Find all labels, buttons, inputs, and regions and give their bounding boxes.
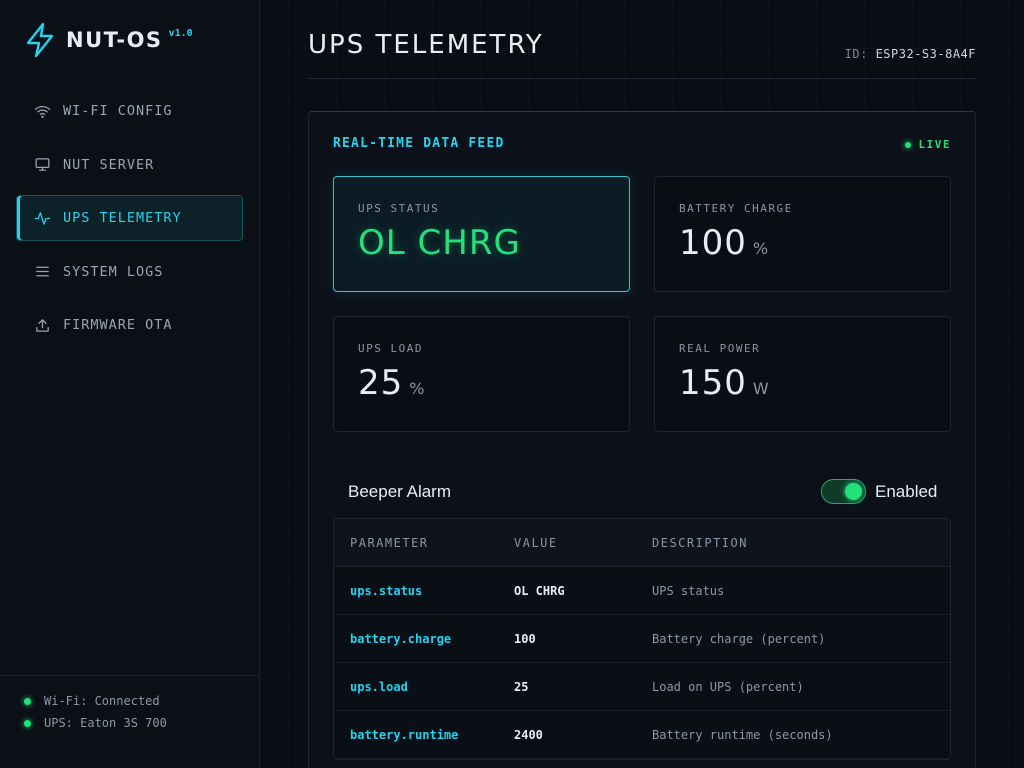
- sidebar-nav: WI-FI CONFIG NUT SERVER UPS TELEMETRY SY…: [16, 88, 243, 356]
- sidebar-item-label: UPS TELEMETRY: [63, 210, 182, 226]
- status-dot-icon: [24, 719, 31, 727]
- value-cell: 100: [514, 631, 536, 646]
- card-label: REAL POWER: [679, 342, 761, 355]
- card-unit: %: [752, 239, 769, 258]
- panel-title: REAL-TIME DATA FEED: [333, 136, 505, 151]
- beeper-alarm-state: Enabled: [875, 482, 938, 501]
- param-cell: ups.status: [350, 583, 423, 598]
- card-ups-status: UPS STATUS OL CHRG: [333, 176, 630, 292]
- card-number: 150: [679, 363, 747, 403]
- card-number: 100: [679, 223, 747, 263]
- sidebar-item-firmware-ota[interactable]: FIRMWARE OTA: [16, 302, 243, 348]
- list-icon: [33, 263, 51, 281]
- telemetry-panel: REAL-TIME DATA FEED LIVE UPS STATUS OL C…: [308, 111, 976, 768]
- live-indicator: LIVE: [904, 138, 952, 151]
- card-label: UPS LOAD: [358, 342, 423, 355]
- sidebar-item-wifi-config[interactable]: WI-FI CONFIG: [16, 88, 243, 134]
- param-cell: battery.charge: [350, 631, 452, 646]
- beeper-alarm-toggle[interactable]: [821, 479, 866, 504]
- card-number: 25: [358, 363, 404, 403]
- card-unit: %: [409, 379, 425, 398]
- device-id-label: ID:: [844, 47, 868, 61]
- lightning-bolt-icon: [26, 22, 54, 58]
- monitor-icon: [33, 156, 51, 174]
- wifi-status: Wi-Fi: Connected: [24, 690, 259, 712]
- card-real-power: REAL POWER 150 W: [654, 316, 951, 432]
- brand-version: v1.0: [168, 28, 193, 39]
- sidebar-item-label: NUT SERVER: [63, 156, 155, 173]
- table-row: battery.runtime 2400 Battery runtime (se…: [334, 711, 950, 759]
- description-cell: UPS status: [652, 583, 725, 598]
- toggle-knob: [845, 483, 862, 500]
- card-label: UPS STATUS: [358, 202, 440, 215]
- card-unit: W: [752, 379, 769, 398]
- column-header: DESCRIPTION: [652, 535, 748, 550]
- connection-status: Wi-Fi: Connected UPS: Eaton 3S 700: [0, 675, 259, 768]
- value-cell: OL CHRG: [514, 583, 565, 598]
- sidebar-item-label: WI-FI CONFIG: [63, 103, 173, 119]
- title-divider: [308, 78, 976, 79]
- status-dot-icon: [24, 697, 31, 705]
- telemetry-table: PARAMETER VALUE DESCRIPTION ups.status O…: [333, 518, 951, 760]
- live-dot-icon: [904, 141, 911, 148]
- value-cell: 25: [514, 679, 529, 694]
- sidebar-item-system-logs[interactable]: SYSTEM LOGS: [16, 249, 243, 295]
- device-id-value: ESP32-S3-8A4F: [875, 47, 976, 61]
- sidebar-item-nut-server[interactable]: NUT SERVER: [16, 142, 243, 188]
- table-row: ups.status OL CHRG UPS status: [334, 567, 950, 615]
- table-row: ups.load 25 Load on UPS (percent): [334, 663, 950, 711]
- table-header: PARAMETER VALUE DESCRIPTION: [334, 519, 950, 567]
- column-header: VALUE: [514, 535, 558, 550]
- sidebar: NUT-OS v1.0 WI-FI CONFIG NUT SERVER UPS …: [0, 0, 260, 768]
- live-label: LIVE: [918, 138, 951, 151]
- device-id: ID: ESP32-S3-8A4F: [845, 47, 976, 61]
- card-battery-charge: BATTERY CHARGE 100 %: [654, 176, 951, 292]
- sidebar-item-label: SYSTEM LOGS: [63, 263, 164, 280]
- description-cell: Battery charge (percent): [652, 631, 826, 646]
- ups-status: UPS: Eaton 3S 700: [24, 712, 259, 734]
- ups-status-text: UPS: Eaton 3S 700: [44, 716, 167, 730]
- param-cell: battery.runtime: [350, 727, 459, 742]
- param-cell: ups.load: [350, 679, 408, 694]
- card-value: 25 %: [358, 363, 629, 403]
- wifi-icon: [33, 102, 51, 120]
- activity-icon: [33, 209, 51, 227]
- upload-icon: [33, 316, 51, 334]
- card-value: OL CHRG: [358, 223, 629, 263]
- card-ups-load: UPS LOAD 25 %: [333, 316, 630, 432]
- value-cell: 2400: [514, 727, 543, 742]
- description-cell: Battery runtime (seconds): [652, 727, 833, 742]
- page-title: UPS TELEMETRY: [308, 30, 544, 60]
- beeper-alarm-label: Beeper Alarm: [348, 482, 451, 501]
- sidebar-item-label: FIRMWARE OTA: [63, 317, 173, 333]
- description-cell: Load on UPS (percent): [652, 679, 804, 694]
- card-value: 150 W: [679, 363, 950, 403]
- card-label: BATTERY CHARGE: [679, 202, 793, 215]
- brand-name: NUT-OS: [66, 28, 163, 52]
- table-row: battery.charge 100 Battery charge (perce…: [334, 615, 950, 663]
- wifi-status-text: Wi-Fi: Connected: [44, 694, 160, 708]
- card-value: 100 %: [679, 223, 950, 263]
- sidebar-item-ups-telemetry[interactable]: UPS TELEMETRY: [16, 195, 243, 241]
- column-header: PARAMETER: [350, 535, 429, 550]
- card-number: OL CHRG: [358, 223, 521, 263]
- brand: NUT-OS v1.0: [24, 22, 193, 58]
